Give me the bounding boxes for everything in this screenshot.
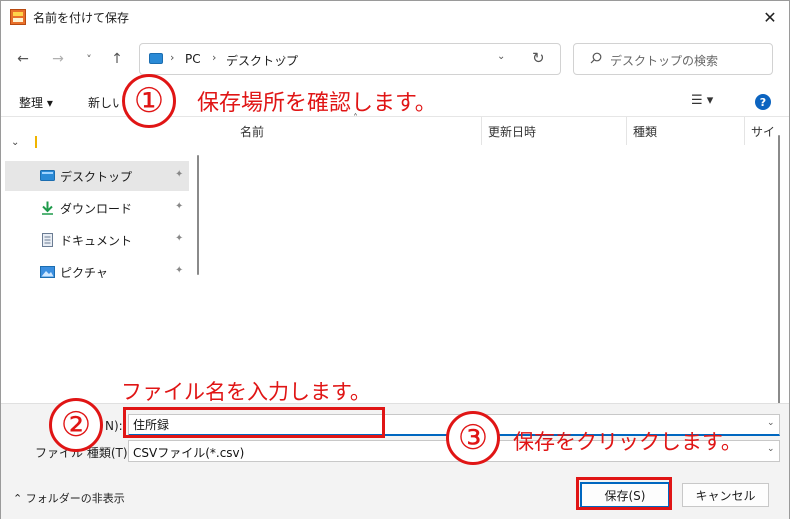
hide-folders-button[interactable]: ⌃ フォルダーの非表示	[13, 490, 125, 506]
step3-marker: ③	[446, 411, 500, 465]
help-icon[interactable]: ?	[755, 94, 771, 110]
forward-button[interactable]: →	[46, 47, 70, 71]
back-button[interactable]: ←	[11, 47, 35, 71]
step1-annotation: 保存場所を確認します。	[197, 91, 437, 116]
sidebar-item-desktop[interactable]: デスクトップ ✦	[5, 161, 189, 191]
step1-marker: ①	[122, 74, 176, 128]
column-size[interactable]: サイ	[747, 117, 787, 145]
document-icon	[42, 233, 53, 247]
address-bar[interactable]: › PC › デスクトップ › ⌄ ↻	[139, 43, 561, 75]
column-date-modified[interactable]: 更新日時	[484, 117, 626, 145]
filename-highlight-box	[123, 407, 385, 438]
breadcrumb-separator: ›	[170, 51, 175, 64]
chevron-down-icon[interactable]: ⌄	[497, 51, 505, 62]
refresh-icon[interactable]: ↻	[532, 49, 545, 67]
navigation-bar: ← → ˅ ↑ › PC › デスクトップ › ⌄ ↻ デスクトップの検索	[1, 41, 789, 77]
desktop-icon	[40, 170, 55, 181]
save-highlight-box	[576, 477, 672, 510]
organize-button[interactable]: 整理 ▾	[19, 94, 53, 111]
sidebar-item-label: デスクトップ	[60, 170, 133, 184]
pin-icon: ✦	[175, 233, 184, 244]
column-divider[interactable]	[744, 117, 745, 145]
window-title: 名前を付けて保存	[33, 11, 130, 25]
download-icon	[42, 201, 53, 215]
pin-icon: ✦	[175, 265, 184, 276]
close-button[interactable]: ✕	[755, 3, 785, 31]
step2-annotation: ファイル名を入力します。	[121, 380, 371, 404]
breadcrumb-separator[interactable]: ›	[212, 51, 216, 64]
chevron-down-icon[interactable]: ⌄	[767, 418, 775, 428]
filename-label: N):	[105, 419, 123, 433]
column-name[interactable]: 名前	[236, 117, 481, 145]
new-folder-button[interactable]: 新しい	[88, 94, 120, 111]
sidebar-item-pictures[interactable]: ピクチャ ✦	[5, 257, 189, 287]
quick-access-icon	[35, 136, 41, 148]
filelist-scrollbar[interactable]	[778, 135, 780, 405]
step3-annotation: 保存をクリックします。	[513, 430, 742, 454]
pin-icon: ✦	[175, 169, 184, 180]
breadcrumb-separator[interactable]: ›	[282, 51, 286, 64]
monitor-icon	[149, 53, 163, 64]
breadcrumb-pc[interactable]: PC	[185, 52, 201, 66]
search-icon	[590, 52, 602, 64]
title-bar: 名前を付けて保存 ✕	[1, 1, 789, 33]
up-button[interactable]: ↑	[105, 47, 129, 71]
picture-icon	[40, 266, 55, 278]
navigation-pane: ⌄ デスクトップ ✦ ダウンロード ✦ ドキュメント ✦ ピクチャ ✦	[1, 119, 199, 403]
pin-icon: ✦	[175, 201, 184, 212]
app-icon	[10, 9, 26, 25]
navpane-scrollbar[interactable]	[197, 155, 199, 275]
search-input[interactable]: デスクトップの検索	[573, 43, 773, 75]
sidebar-item-label: ダウンロード	[60, 202, 133, 216]
file-list: ˄ 名前 更新日時 種類 サイ	[206, 113, 789, 405]
view-options-button[interactable]: ☰ ▾	[691, 93, 713, 108]
search-placeholder: デスクトップの検索	[610, 54, 719, 68]
breadcrumb-desktop[interactable]: デスクトップ	[226, 52, 298, 69]
recent-locations-button[interactable]: ˅	[77, 47, 101, 71]
save-as-dialog: 名前を付けて保存 ✕ ← → ˅ ↑ › PC › デスクトップ › ⌄ ↻ デ…	[0, 0, 790, 519]
sidebar-item-label: ドキュメント	[60, 234, 133, 248]
column-divider[interactable]	[481, 117, 482, 145]
sidebar-item-documents[interactable]: ドキュメント ✦	[5, 225, 189, 255]
chevron-down-icon[interactable]: ⌄	[767, 444, 775, 454]
step2-marker: ②	[49, 398, 103, 452]
sidebar-item-label: ピクチャ	[60, 266, 108, 280]
column-type[interactable]: 種類	[629, 117, 744, 145]
sidebar-item-downloads[interactable]: ダウンロード ✦	[5, 193, 189, 223]
cancel-button[interactable]: キャンセル	[682, 483, 769, 507]
chevron-down-icon[interactable]: ⌄	[11, 137, 19, 148]
column-divider[interactable]	[626, 117, 627, 145]
